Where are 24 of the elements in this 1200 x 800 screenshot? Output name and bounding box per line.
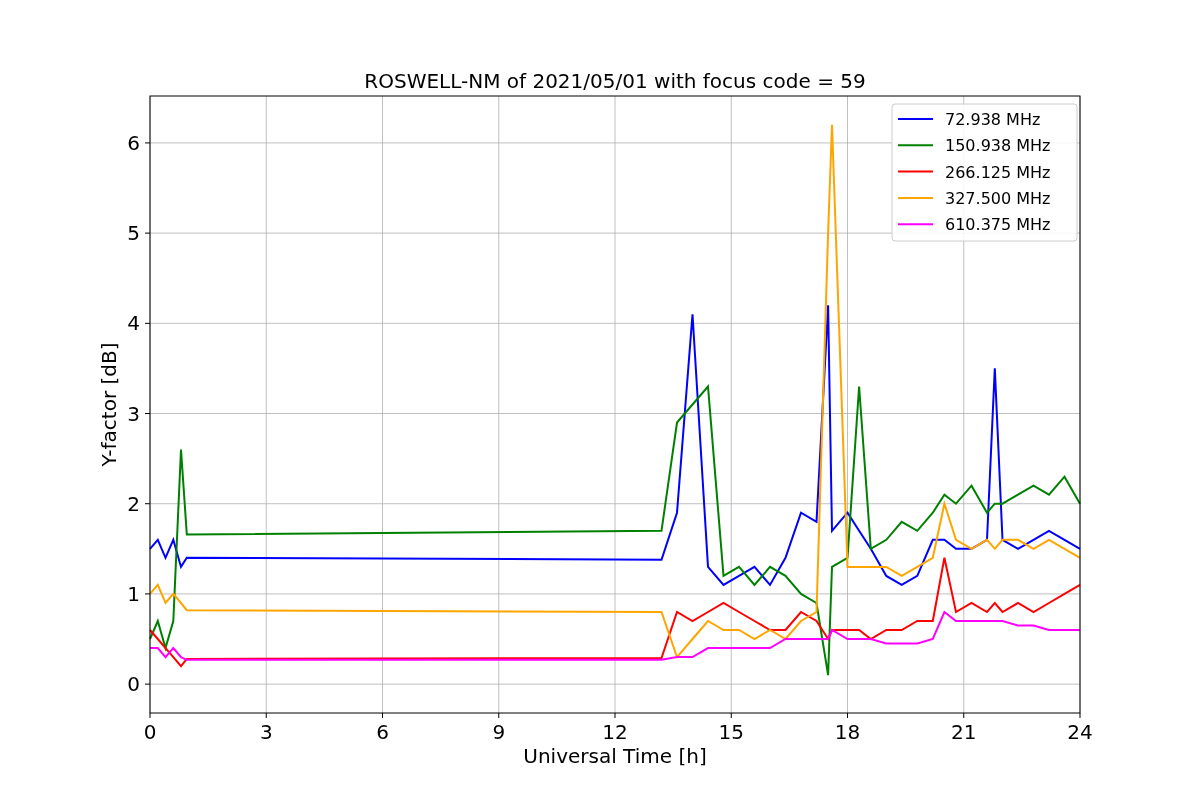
axis-tick-label: 5: [127, 221, 140, 246]
y-axis-label: Y-factor [dB]: [97, 342, 121, 467]
axis-tick-label: 6: [127, 130, 140, 155]
legend-label: 150.938 MHz: [945, 136, 1051, 156]
axis-tick-label: 2: [127, 491, 140, 516]
axis-tick-label: 0: [143, 720, 157, 744]
axis-tick-label: 6: [376, 720, 389, 744]
axis-tick-label: 3: [259, 720, 273, 744]
axis-tick-label: 15: [718, 720, 744, 744]
legend-label: 327.500 MHz: [945, 188, 1051, 208]
axis-tick-label: 3: [127, 401, 140, 426]
axis-tick-label: 12: [602, 720, 628, 744]
axis-tick-label: 21: [951, 720, 977, 744]
axis-tick-label: 24: [1067, 720, 1093, 744]
axis-tick-label: 18: [834, 720, 861, 744]
legend-label: 266.125 MHz: [945, 162, 1051, 182]
axis-tick-label: 9: [492, 720, 506, 744]
legend-label: 610.375 MHz: [945, 215, 1051, 235]
axis-tick-label: 0: [127, 672, 140, 697]
axis-tick-label: 1: [127, 581, 140, 606]
chart-title: ROSWELL-NM of 2021/05/01 with focus code = 59: [364, 69, 866, 93]
axis-tick-label: 4: [127, 311, 140, 336]
x-axis-label: Universal Time [h]: [523, 744, 707, 768]
legend-label: 72.938 MHz: [945, 110, 1041, 129]
